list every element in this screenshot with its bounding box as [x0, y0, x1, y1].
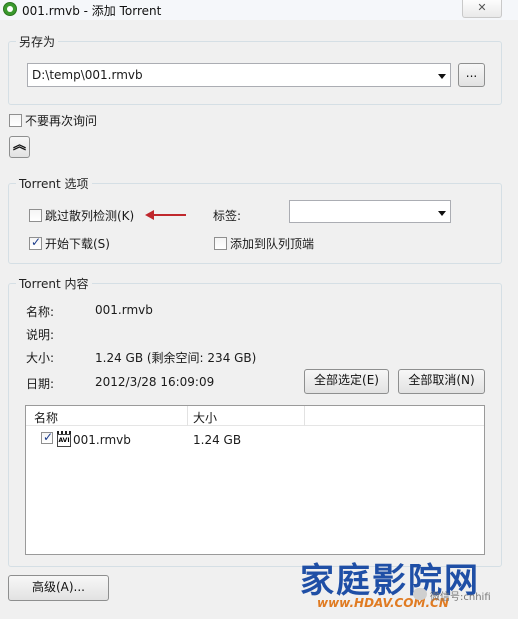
- date-label: 日期:: [26, 377, 55, 391]
- torrent-options-legend: Torrent 选项: [19, 177, 89, 191]
- video-file-icon: AVI: [57, 431, 71, 447]
- deselect-all-button[interactable]: 全部取消(N): [398, 369, 485, 394]
- date-value: 2012/3/28 16:09:09: [95, 375, 215, 389]
- skip-hash-checkbox[interactable]: [29, 209, 42, 222]
- annotation-arrow-icon: [145, 210, 154, 220]
- advanced-button[interactable]: 高级(A)...: [8, 575, 109, 601]
- start-download-label: 开始下载(S): [45, 237, 110, 251]
- double-chevron-up-icon: ︽: [12, 138, 26, 153]
- name-value: 001.rmvb: [95, 303, 153, 317]
- column-header-name[interactable]: 名称: [34, 409, 58, 426]
- size-value: 1.24 GB (剩余空间: 234 GB): [95, 351, 257, 365]
- size-label: 大小:: [26, 351, 55, 365]
- annotation-arrow-line: [152, 214, 186, 216]
- column-divider[interactable]: [304, 406, 305, 426]
- save-as-legend: 另存为: [19, 35, 56, 49]
- dont-ask-label: 不要再次询问: [25, 114, 98, 128]
- save-path-value: D:\temp\001.rmvb: [32, 68, 143, 82]
- add-to-top-checkbox[interactable]: [214, 237, 227, 250]
- file-size: 1.24 GB: [193, 433, 242, 447]
- window-title: 001.rmvb - 添加 Torrent: [22, 4, 162, 18]
- tag-combo[interactable]: [289, 200, 451, 223]
- save-path-combo[interactable]: D:\temp\001.rmvb: [27, 63, 451, 87]
- collapse-toggle-button[interactable]: ︽: [9, 136, 30, 158]
- close-button[interactable]: ✕: [462, 0, 502, 18]
- utorrent-icon: [3, 2, 17, 16]
- column-header-size[interactable]: 大小: [193, 409, 217, 426]
- tag-label: 标签:: [213, 209, 242, 223]
- close-icon: ✕: [477, 1, 487, 14]
- chevron-down-icon: [438, 74, 446, 79]
- add-to-top-label: 添加到队列顶端: [230, 237, 315, 251]
- chevron-down-icon: [438, 211, 446, 216]
- name-label: 名称:: [26, 305, 55, 319]
- watermark-wechat: 微信号:cnhifi: [430, 592, 491, 603]
- torrent-content-legend: Torrent 内容: [19, 277, 89, 291]
- browse-button[interactable]: ...: [458, 63, 485, 87]
- column-divider[interactable]: [187, 406, 188, 426]
- description-label: 说明:: [26, 328, 55, 342]
- select-all-button[interactable]: 全部选定(E): [304, 369, 389, 394]
- file-list-header: 名称 大小: [26, 406, 484, 426]
- file-list[interactable]: 名称 大小 AVI 001.rmvb 1.24 GB: [25, 405, 485, 555]
- start-download-checkbox[interactable]: [29, 235, 42, 250]
- file-name: 001.rmvb: [73, 433, 131, 447]
- file-checkbox[interactable]: [41, 430, 53, 444]
- dont-ask-checkbox[interactable]: [9, 114, 22, 127]
- wechat-icon: [413, 588, 427, 600]
- skip-hash-label: 跳过散列检测(K): [45, 209, 135, 223]
- table-row[interactable]: AVI 001.rmvb 1.24 GB: [26, 429, 484, 449]
